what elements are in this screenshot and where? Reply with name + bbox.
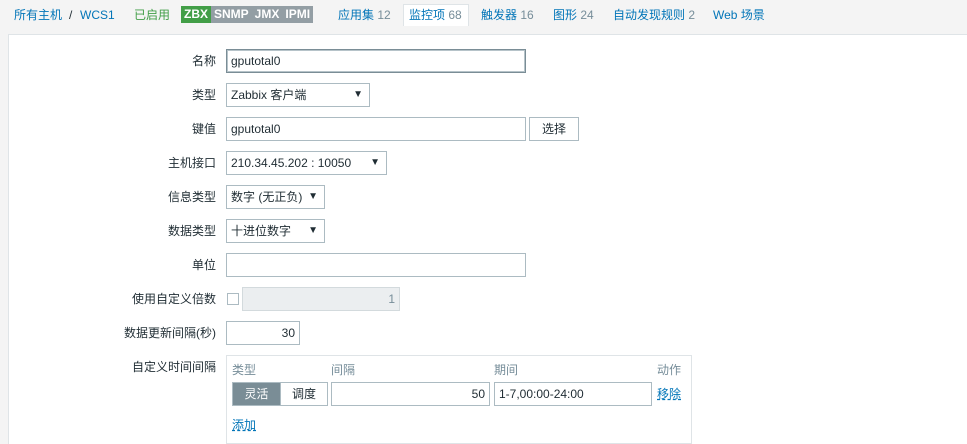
interval-type-scheduling[interactable]: 调度 <box>280 383 327 405</box>
interface-select[interactable]: 210.34.45.202 : 10050 ▼ <box>226 151 387 175</box>
key-select-button[interactable]: 选择 <box>529 117 579 141</box>
interface-select-value: 210.34.45.202 : 10050 <box>231 156 352 170</box>
multiplier-label: 使用自定义倍数 <box>131 292 216 306</box>
breadcrumb-all-hosts[interactable]: 所有主机 <box>14 8 62 22</box>
name-label: 名称 <box>191 54 216 68</box>
breadcrumb-separator: / <box>69 8 73 22</box>
chevron-down-icon: ▼ <box>370 157 380 168</box>
tab-items[interactable]: 监控项 68 <box>409 8 462 22</box>
availability-badges: ZBX SNMP JMX IPMI <box>181 6 314 23</box>
add-link[interactable]: 添加 <box>232 418 256 432</box>
interface-label: 主机接口 <box>167 156 216 170</box>
column-header-action: 动作 <box>657 363 682 377</box>
tab-applications[interactable]: 应用集 12 <box>338 8 391 22</box>
column-header-period: 期间 <box>494 363 519 377</box>
tab-web-scenarios[interactable]: Web 场景 <box>713 8 765 22</box>
period-input[interactable]: 1-7,00:00-24:00 <box>494 382 652 406</box>
interval-type-toggle[interactable]: 灵活 调度 <box>232 382 328 406</box>
custom-intervals-table: 类型 间隔 期间 动作 灵活 调度 50 1-7,00:00-24:00 移除 … <box>226 355 692 444</box>
multiplier-checkbox[interactable] <box>227 293 239 305</box>
chevron-down-icon: ▼ <box>308 191 318 202</box>
info-type-select[interactable]: 数字 (无正负) ▼ <box>226 185 325 209</box>
info-type-select-value: 数字 (无正负) <box>231 190 303 204</box>
update-interval-label: 数据更新间隔(秒) <box>124 326 216 340</box>
key-input[interactable]: gputotal0 <box>226 117 526 141</box>
type-select-value: Zabbix 客户端 <box>231 88 307 102</box>
update-interval-input[interactable]: 30 <box>226 321 300 345</box>
type-label: 类型 <box>191 88 216 102</box>
badge-snmp: SNMP <box>211 6 252 23</box>
remove-link[interactable]: 移除 <box>657 387 681 401</box>
custom-intervals-label: 自定义时间间隔 <box>131 360 216 374</box>
units-label: 单位 <box>191 258 216 272</box>
host-navigation: 所有主机 / WCS1 已启用 ZBX SNMP JMX IPMI 应用集 12… <box>0 0 967 30</box>
chevron-down-icon: ▼ <box>308 225 318 236</box>
key-label: 键值 <box>191 122 216 136</box>
multiplier-input[interactable]: 1 <box>242 287 400 311</box>
name-input[interactable]: gputotal0 <box>226 49 526 73</box>
data-type-select[interactable]: 十进位数字 ▼ <box>226 219 325 243</box>
data-type-label: 数据类型 <box>167 224 216 238</box>
units-input[interactable] <box>226 253 526 277</box>
badge-zbx: ZBX <box>181 6 211 23</box>
badge-jmx: JMX <box>251 6 283 23</box>
chevron-down-icon: ▼ <box>353 89 363 100</box>
data-type-select-value: 十进位数字 <box>231 224 292 238</box>
host-status-enabled[interactable]: 已启用 <box>134 8 170 22</box>
tab-triggers[interactable]: 触发器 16 <box>481 8 534 22</box>
interval-type-flexible[interactable]: 灵活 <box>233 383 280 405</box>
info-type-label: 信息类型 <box>167 190 216 204</box>
interval-input[interactable]: 50 <box>331 382 490 406</box>
badge-ipmi: IPMI <box>282 6 314 23</box>
tab-graphs[interactable]: 图形 24 <box>553 8 594 22</box>
tab-discovery-rules[interactable]: 自动发现规则 2 <box>613 8 695 22</box>
column-header-type: 类型 <box>232 363 257 377</box>
column-header-interval: 间隔 <box>331 363 356 377</box>
type-select[interactable]: Zabbix 客户端 ▼ <box>226 83 370 107</box>
breadcrumb-host[interactable]: WCS1 <box>80 8 115 22</box>
